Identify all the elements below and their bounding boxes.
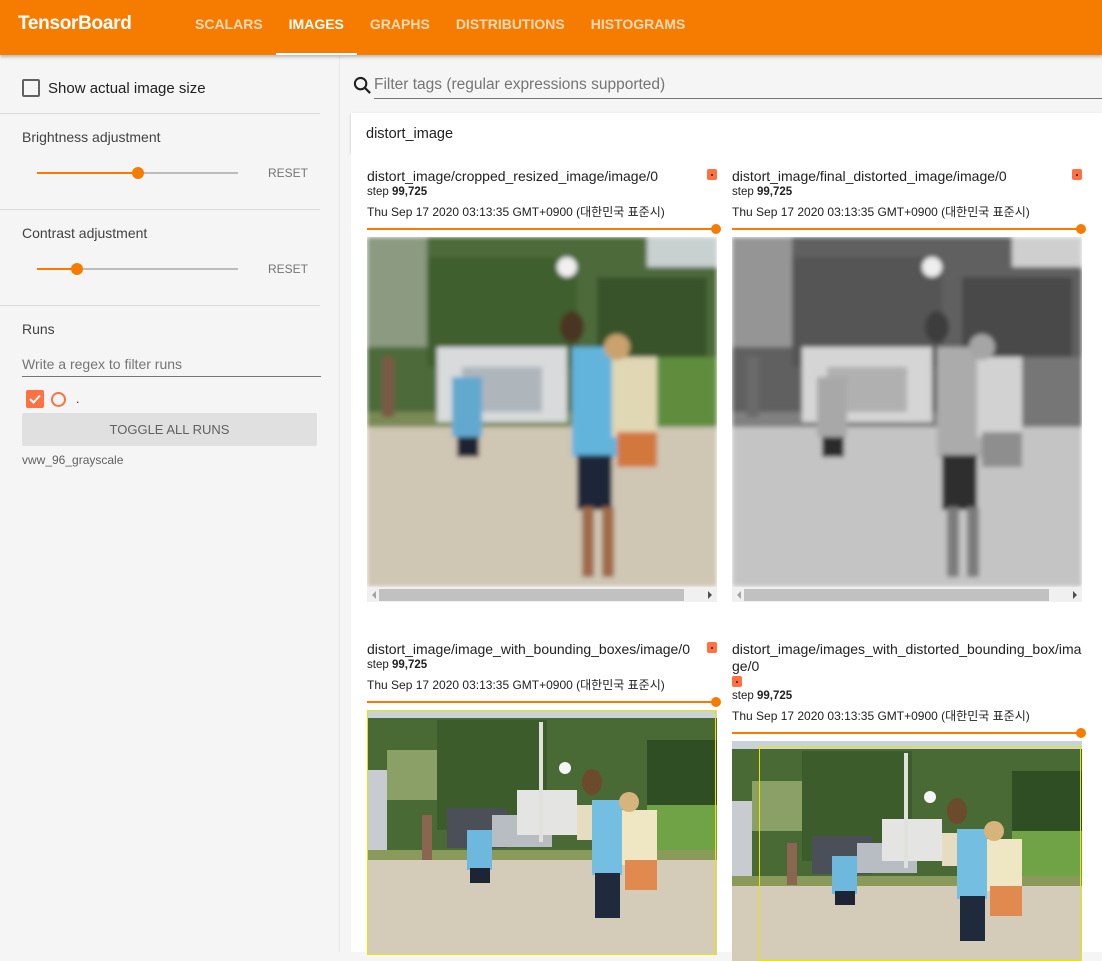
step-label: step xyxy=(732,690,754,702)
slider-track xyxy=(367,228,717,230)
contrast-reset-button[interactable]: RESET xyxy=(268,262,308,276)
dashboard-tabs: SCALARS IMAGES GRAPHS DISTRIBUTIONS HIST… xyxy=(182,0,698,55)
scrollbar-thumb[interactable] xyxy=(379,589,684,601)
tab-label: GRAPHS xyxy=(369,15,430,32)
summary-image xyxy=(732,741,1082,961)
slider-track xyxy=(367,701,717,703)
tab-label: IMAGES xyxy=(288,15,344,32)
check-icon xyxy=(29,394,41,404)
card-wall-time: Thu Sep 17 2020 03:13:35 GMT+0900 (대한민국 … xyxy=(732,709,1030,723)
slider-fill xyxy=(37,172,138,174)
image-card: distort_image/images_with_distorted_boun… xyxy=(732,641,1086,961)
slider-knob[interactable] xyxy=(711,224,721,234)
slider-knob[interactable] xyxy=(1076,224,1086,234)
brightness-section: Brightness adjustment RESET xyxy=(0,114,320,210)
scrollbar-thumb[interactable] xyxy=(744,589,1049,601)
card-title: distort_image/cropped_resized_image/imag… xyxy=(367,168,659,184)
main-content: distort_image distort_image/cropped_resi… xyxy=(350,55,1102,961)
tab-graphs[interactable]: GRAPHS xyxy=(357,0,443,55)
card-step: step 99,725 xyxy=(732,689,1082,703)
tab-distributions[interactable]: DISTRIBUTIONS xyxy=(443,0,578,55)
category-title: distort_image xyxy=(366,126,454,142)
beach-photo-blurred xyxy=(367,237,717,587)
tab-scalars[interactable]: SCALARS xyxy=(182,0,276,55)
image-horizontal-scrollbar[interactable] xyxy=(367,587,717,602)
card-wall-time: Thu Sep 17 2020 03:13:35 GMT+0900 (대한민국 … xyxy=(367,205,665,219)
tab-images[interactable]: IMAGES xyxy=(275,0,358,55)
run-checkbox[interactable] xyxy=(26,390,44,408)
runs-filter-input[interactable] xyxy=(22,351,321,377)
tab-label: DISTRIBUTIONS xyxy=(455,15,565,32)
step-value: 99,725 xyxy=(391,186,428,198)
tab-label: HISTOGRAMS xyxy=(590,15,686,32)
show-actual-size-toggle[interactable]: Show actual image size xyxy=(22,79,206,97)
image-card: distort_image/cropped_resized_image/imag… xyxy=(367,168,721,602)
contrast-slider[interactable] xyxy=(37,262,238,276)
summary-image xyxy=(367,710,717,955)
image-card: distort_image/final_distorted_image/imag… xyxy=(732,168,1086,602)
slider-knob[interactable] xyxy=(131,167,144,179)
step-slider[interactable] xyxy=(367,224,721,234)
card-title: distort_image/final_distorted_image/imag… xyxy=(732,168,1007,184)
card-step: step 99,725 xyxy=(367,658,717,672)
brightness-slider[interactable] xyxy=(37,166,238,180)
top-app-bar: TensorBoard SCALARS IMAGES GRAPHS DISTRI… xyxy=(0,0,1102,55)
run-indicator xyxy=(1072,169,1082,180)
step-slider[interactable] xyxy=(732,224,1086,234)
show-actual-size-checkbox[interactable] xyxy=(22,79,40,97)
slider-track xyxy=(732,228,1082,230)
image-horizontal-scrollbar[interactable] xyxy=(732,587,1082,602)
scroll-left-arrow-icon[interactable] xyxy=(737,591,741,599)
beach-photo xyxy=(732,741,1082,961)
run-name: . xyxy=(76,392,80,406)
run-indicator xyxy=(707,169,717,180)
contrast-label: Contrast adjustment xyxy=(22,225,148,241)
runs-title: Runs xyxy=(22,321,55,337)
step-value: 99,725 xyxy=(756,690,793,702)
run-color-radio[interactable] xyxy=(51,391,66,407)
slider-track xyxy=(732,732,1082,734)
card-wall-time: Thu Sep 17 2020 03:13:35 GMT+0900 (대한민국 … xyxy=(367,678,665,692)
slider-knob[interactable] xyxy=(71,263,84,275)
run-item[interactable]: . xyxy=(26,390,79,408)
run-indicator xyxy=(732,676,742,687)
brightness-reset-button[interactable]: RESET xyxy=(268,166,308,180)
card-title: distort_image/images_with_distorted_boun… xyxy=(732,641,1082,674)
brand-title: TensorBoard xyxy=(18,13,132,34)
slider-knob[interactable] xyxy=(1076,728,1086,738)
log-dir-label: vww_96_grayscale xyxy=(22,453,124,467)
slider-knob[interactable] xyxy=(711,697,721,707)
scroll-right-arrow-icon[interactable] xyxy=(1073,591,1077,599)
sidebar: Show actual image size Brightness adjust… xyxy=(0,55,340,952)
summary-image xyxy=(367,237,717,587)
step-label: step xyxy=(367,186,389,198)
beach-photo-grayscale xyxy=(732,237,1082,587)
show-actual-size-label: Show actual image size xyxy=(48,79,206,97)
beach-photo xyxy=(367,710,717,955)
scroll-left-arrow-icon[interactable] xyxy=(372,591,376,599)
step-label: step xyxy=(367,659,389,671)
tab-histograms[interactable]: HISTOGRAMS xyxy=(578,0,699,55)
step-slider[interactable] xyxy=(732,728,1086,738)
brightness-label: Brightness adjustment xyxy=(22,129,161,145)
contrast-section: Contrast adjustment RESET xyxy=(0,210,320,306)
show-actual-size-section: Show actual image size xyxy=(0,55,320,114)
search-icon xyxy=(353,76,371,94)
step-value: 99,725 xyxy=(756,186,793,198)
step-value: 99,725 xyxy=(391,659,428,671)
tab-label: SCALARS xyxy=(195,15,263,32)
summary-image xyxy=(732,237,1082,587)
step-label: step xyxy=(732,186,754,198)
category-header[interactable]: distort_image xyxy=(351,113,1102,153)
card-wall-time: Thu Sep 17 2020 03:13:35 GMT+0900 (대한민국 … xyxy=(732,205,1030,219)
tag-filter-input[interactable] xyxy=(374,71,1102,99)
run-indicator xyxy=(707,642,717,653)
card-title: distort_image/image_with_bounding_boxes/… xyxy=(367,641,690,657)
card-step: step 99,725 xyxy=(367,185,717,199)
card-step: step 99,725 xyxy=(732,185,1082,199)
toggle-all-runs-button[interactable]: TOGGLE ALL RUNS xyxy=(22,413,317,446)
scroll-right-arrow-icon[interactable] xyxy=(708,591,712,599)
image-card: distort_image/image_with_bounding_boxes/… xyxy=(367,641,721,955)
step-slider[interactable] xyxy=(367,697,721,707)
